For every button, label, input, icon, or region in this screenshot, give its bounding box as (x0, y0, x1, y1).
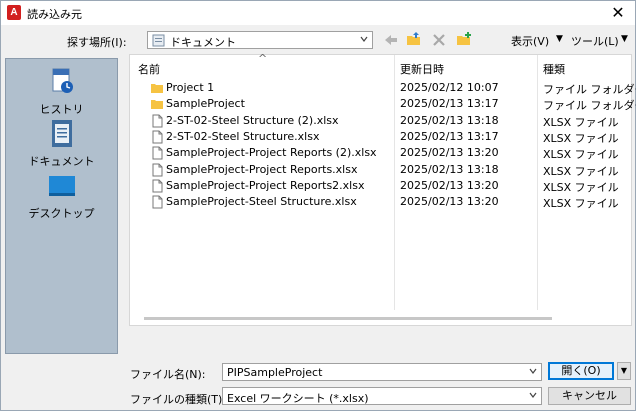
lookin-label: 探す場所(I): (67, 36, 127, 49)
place-history-label: ヒストリ (39, 103, 84, 116)
file-type: XLSX ファイル (543, 131, 619, 145)
view-menu[interactable]: 表示(V) (511, 33, 549, 49)
file-name: SampleProject-Project Reports2.xlsx (166, 178, 365, 192)
tools-menu-arrow[interactable]: ▼ (621, 34, 628, 44)
column-header-date[interactable]: 更新日時 (400, 61, 444, 77)
file-row[interactable]: 2-ST-02-Steel Structure.xlsx 2025/02/13 1… (130, 129, 631, 145)
file-icon (152, 130, 163, 144)
chevron-down-icon[interactable] (529, 367, 537, 375)
column-header-name[interactable]: 名前 (138, 61, 160, 77)
filename-input[interactable]: PIPSampleProject (222, 363, 542, 381)
file-list[interactable]: ^ 名前 更新日時 種類 Project 1 2025/02/12 10:07 ファ… (129, 52, 636, 326)
file-name: SampleProject-Project Reports.xlsx (166, 162, 358, 176)
file-type: ファイル フォルダー (543, 83, 636, 96)
place-desktop-label: デスクトップ (28, 207, 95, 220)
file-name: SampleProject-Project Reports (2).xlsx (166, 146, 377, 160)
open-options-button[interactable]: ▼ (617, 362, 631, 380)
documents-icon (52, 120, 72, 147)
open-button[interactable]: 開く(O) (548, 362, 614, 380)
column-header-type[interactable]: 種類 (543, 61, 565, 77)
chevron-down-icon[interactable] (529, 391, 537, 399)
file-type: XLSX ファイル (543, 148, 619, 162)
close-button[interactable]: ✕ (601, 1, 635, 25)
sort-indicator-icon: ^ (258, 52, 268, 65)
file-name: Project 1 (166, 81, 215, 94)
file-name: SampleProject-Steel Structure.xlsx (166, 195, 357, 209)
filetype-label: ファイルの種類(T): (130, 393, 227, 406)
file-date: 2025/02/13 13:17 (400, 129, 499, 143)
file-name: 2-ST-02-Steel Structure (2).xlsx (166, 113, 339, 127)
desktop-icon (49, 176, 75, 196)
file-row[interactable]: SampleProject-Project Reports2.xlsx 2025/… (130, 178, 631, 194)
lookin-value: ドキュメント (170, 36, 236, 49)
window-title: 読み込み元 (27, 8, 82, 21)
filetype-select[interactable]: Excel ワークシート (*.xlsx) (222, 387, 542, 405)
place-documents-label: ドキュメント (28, 155, 95, 168)
filename-value: PIPSampleProject (227, 366, 323, 379)
file-date: 2025/02/13 13:20 (400, 178, 499, 192)
place-desktop[interactable]: デスクトップ (6, 171, 117, 223)
file-icon (152, 163, 163, 176)
file-date: 2025/02/13 13:20 (400, 195, 499, 209)
history-icon (52, 68, 73, 93)
cancel-button[interactable]: キャンセル (548, 387, 631, 405)
file-date: 2025/02/12 10:07 (400, 81, 499, 94)
up-folder-icon[interactable] (405, 30, 423, 48)
chevron-down-icon (360, 36, 368, 42)
file-date: 2025/02/13 13:18 (400, 162, 499, 176)
file-row[interactable]: SampleProject-Project Reports (2).xlsx 20… (130, 145, 631, 161)
file-date: 2025/02/13 13:17 (400, 97, 499, 111)
folder-icon (151, 84, 163, 93)
file-row[interactable]: Project 1 2025/02/12 10:07 ファイル フォルダー (130, 80, 636, 96)
folder-icon (151, 100, 163, 110)
title-bar: A 読み込み元 ✕ (1, 1, 635, 25)
file-icon (152, 179, 163, 193)
lookin-combobox[interactable]: ドキュメント (147, 31, 373, 49)
file-type: XLSX ファイル (543, 164, 619, 178)
file-icon (152, 146, 163, 160)
file-name: 2-ST-02-Steel Structure.xlsx (166, 129, 320, 143)
new-folder-icon[interactable] (455, 30, 473, 48)
horizontal-scrollbar[interactable] (144, 317, 552, 320)
delete-icon[interactable] (430, 31, 448, 49)
file-name: SampleProject (166, 97, 245, 111)
back-icon[interactable] (382, 31, 400, 49)
tools-menu[interactable]: ツール(L) (571, 33, 619, 49)
file-date: 2025/02/13 13:18 (400, 113, 499, 127)
view-menu-arrow[interactable]: ▼ (556, 34, 563, 44)
file-row[interactable]: SampleProject-Project Reports.xlsx 2025/0… (130, 162, 631, 178)
file-icon (152, 114, 163, 128)
documents-small-icon (152, 34, 165, 47)
place-documents[interactable]: ドキュメント (6, 117, 117, 169)
places-bar: ヒストリ ドキュメント デスクトップ (5, 58, 118, 354)
file-type: XLSX ファイル (543, 180, 619, 194)
filename-label: ファイル名(N): (130, 368, 206, 381)
app-logo-icon: A (7, 5, 21, 20)
file-row[interactable]: 2-ST-02-Steel Structure (2).xlsx 2025/02/… (130, 113, 631, 129)
file-type: XLSX ファイル (543, 197, 619, 211)
place-history[interactable]: ヒストリ (6, 65, 117, 117)
filetype-value: Excel ワークシート (*.xlsx) (227, 392, 369, 405)
file-row[interactable]: SampleProject-Steel Structure.xlsx 2025/0… (130, 194, 631, 210)
file-icon (152, 195, 163, 209)
file-type: ファイル フォルダー (543, 99, 636, 113)
file-type: XLSX ファイル (543, 115, 619, 129)
file-date: 2025/02/13 13:20 (400, 146, 499, 160)
open-file-dialog: A 読み込み元 ✕ 探す場所(I): ドキュメント 表示(V) ▼ ツール(L)… (0, 0, 636, 411)
file-row[interactable]: SampleProject 2025/02/13 13:17 ファイル フォルダー (130, 96, 636, 112)
